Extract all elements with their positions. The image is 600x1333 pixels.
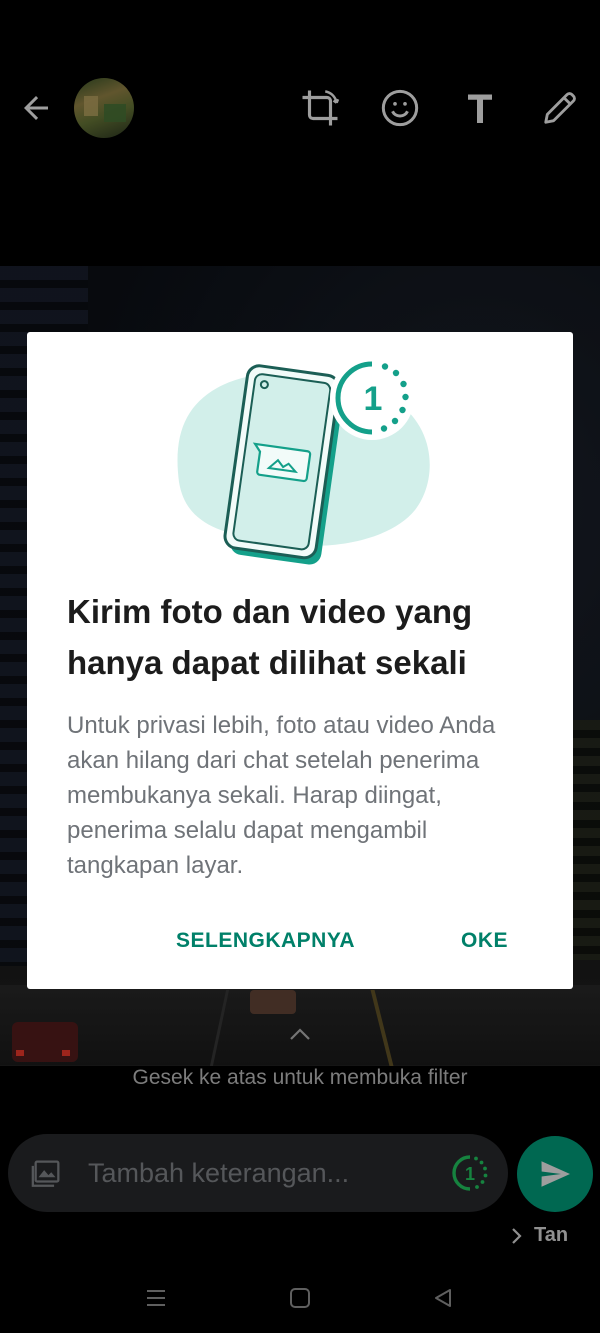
ok-button[interactable]: OKE [461, 929, 508, 953]
badge-number: 1 [364, 380, 383, 418]
learn-more-button[interactable]: SELENGKAPNYA [176, 929, 355, 953]
dialog-body: Untuk privasi lebih, foto atau video And… [67, 712, 496, 879]
view-once-dialog: 1 Kirim foto dan video yang hanya dapat … [27, 332, 573, 989]
view-once-illustration: 1 [177, 356, 430, 565]
dialog-title: Kirim foto dan video yang hanya dapat di… [67, 593, 473, 681]
